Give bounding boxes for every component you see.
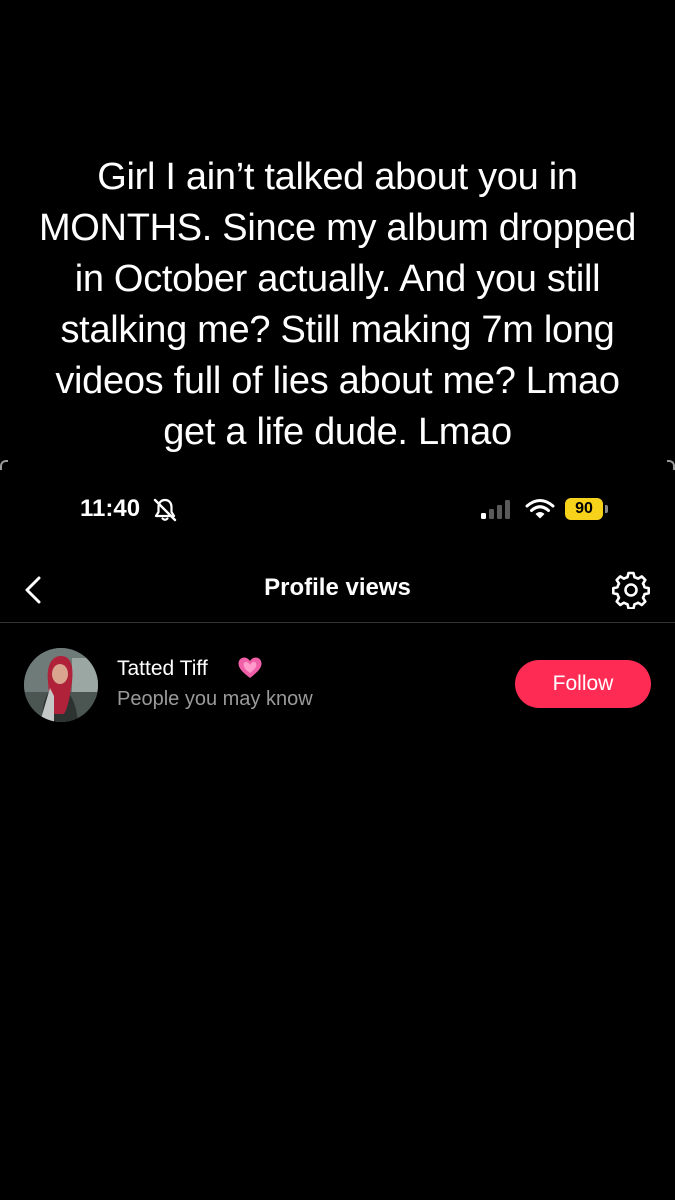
profile-name[interactable]: Tatted Tiff: [117, 657, 208, 681]
frame-corner-left: [0, 460, 8, 470]
battery-indicator: 90: [565, 498, 608, 520]
status-time: 11:40: [80, 495, 141, 522]
follow-button[interactable]: Follow: [515, 660, 651, 708]
pink-heart-icon: [238, 657, 262, 678]
battery-level: 90: [565, 498, 603, 520]
battery-tip: [605, 505, 608, 513]
cellular-signal-icon: [481, 500, 510, 519]
status-bar: 11:40 90: [0, 490, 675, 530]
frame-corner-right: [667, 460, 675, 470]
wifi-icon: [525, 499, 555, 519]
overlay-caption: Girl I ain’t talked about you in MONTHS.…: [38, 156, 637, 453]
page-title: Profile views: [264, 574, 411, 601]
avatar[interactable]: [24, 648, 98, 722]
gear-icon[interactable]: [612, 571, 650, 609]
profile-subtitle: People you may know: [117, 688, 313, 710]
bell-off-icon: [153, 498, 177, 522]
nav-header: Profile views: [0, 560, 675, 623]
list-item[interactable]: Tatted Tiff People you may know Follow: [0, 640, 675, 730]
